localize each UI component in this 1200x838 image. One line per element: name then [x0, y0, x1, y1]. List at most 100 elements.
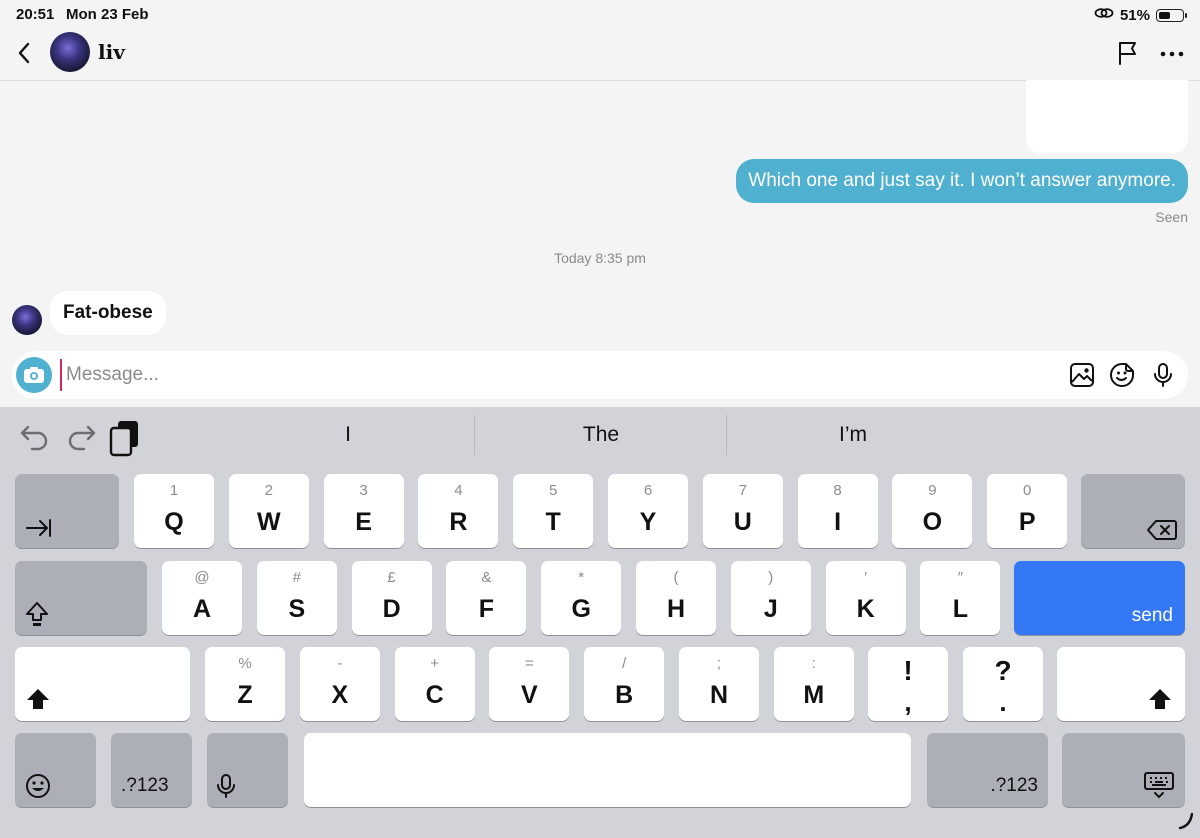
- keyboard: I The I’m 1Q2W3E4R5T6Y7U8I9O0P @ A # S £ D & F *…: [0, 407, 1200, 838]
- key-q[interactable]: 1Q: [134, 474, 214, 548]
- contact-avatar[interactable]: [50, 32, 90, 72]
- key-s[interactable]: # S: [256, 561, 337, 635]
- key-k[interactable]: ′ K: [825, 561, 906, 635]
- key-i[interactable]: 8I: [797, 474, 878, 548]
- key-c[interactable]: + C: [394, 647, 475, 721]
- key-g[interactable]: * G: [541, 561, 622, 635]
- shift-key-right[interactable]: [1057, 647, 1185, 721]
- more-icon: [1160, 51, 1184, 57]
- key-secondary-label: *: [578, 569, 585, 586]
- hide-keyboard-key[interactable]: [1062, 733, 1185, 807]
- caps-lock-key[interactable]: [15, 561, 147, 635]
- key-label: N: [709, 681, 729, 709]
- emoji-key[interactable]: [15, 733, 96, 807]
- key-secondary-label: #: [292, 569, 301, 586]
- shift-key-left[interactable]: [15, 647, 190, 721]
- status-time: 20:51: [16, 6, 55, 23]
- more-options-button[interactable]: [1160, 44, 1184, 64]
- key-m[interactable]: :M: [773, 647, 854, 721]
- microphone-icon: [1154, 363, 1172, 387]
- key-n[interactable]: ; N: [679, 647, 759, 721]
- undo-button[interactable]: [18, 419, 52, 453]
- suggestion-3[interactable]: I’m: [726, 415, 979, 455]
- key-o[interactable]: 9O: [892, 474, 973, 548]
- exclamation-label: !: [903, 655, 913, 686]
- key-label: Z: [237, 681, 253, 709]
- key-secondary-label: 3: [359, 482, 368, 499]
- key-a[interactable]: @ A: [162, 561, 242, 635]
- link-icon: [1094, 6, 1114, 24]
- key-label: B: [615, 681, 634, 709]
- sender-avatar: [12, 305, 42, 335]
- tab-key[interactable]: [15, 474, 119, 548]
- back-button[interactable]: [14, 40, 34, 66]
- key-label: T: [545, 508, 561, 536]
- key-l[interactable]: ″ L: [920, 561, 1001, 635]
- key-f[interactable]: & F: [446, 561, 527, 635]
- key-label: H: [666, 595, 686, 623]
- key-secondary-label: =: [525, 655, 534, 672]
- key-secondary-label: (: [673, 569, 679, 586]
- paste-button[interactable]: [108, 419, 142, 457]
- key-r[interactable]: 4R: [418, 474, 499, 548]
- key-h[interactable]: (H: [636, 561, 716, 635]
- tab-icon: [26, 519, 51, 537]
- delete-key[interactable]: [1081, 474, 1185, 548]
- gallery-button[interactable]: [1069, 362, 1095, 388]
- key-w[interactable]: 2W: [228, 474, 309, 548]
- key-y[interactable]: 6Y: [608, 474, 688, 548]
- key-secondary-label: @: [194, 569, 210, 586]
- suggestion-2[interactable]: The: [474, 415, 727, 455]
- key-z[interactable]: % Z: [205, 647, 285, 721]
- key-secondary-label: ″: [957, 569, 964, 586]
- paste-icon: [109, 421, 138, 457]
- camera-button[interactable]: [16, 357, 52, 393]
- space-bar[interactable]: [304, 733, 911, 807]
- key-secondary-label: 9: [928, 482, 937, 499]
- incoming-message[interactable]: Fat-obese: [50, 291, 166, 335]
- question-label: ?: [994, 655, 1012, 686]
- send-key[interactable]: send: [1014, 561, 1185, 635]
- question-period-key[interactable]: ? .: [963, 647, 1043, 721]
- report-button[interactable]: [1116, 40, 1140, 66]
- key-secondary-label: 1: [169, 482, 179, 499]
- period-label: .: [999, 687, 1007, 717]
- numbers-key-label: .?123: [990, 775, 1038, 796]
- key-p[interactable]: 0P: [987, 474, 1068, 548]
- dictation-key[interactable]: [207, 733, 288, 807]
- numbers-key-label: .?123: [121, 775, 169, 796]
- key-b[interactable]: / B: [584, 647, 665, 721]
- key-secondary-label: +: [430, 655, 439, 672]
- key-j[interactable]: ) J: [730, 561, 811, 635]
- key-secondary-label: 6: [643, 482, 653, 499]
- key-d[interactable]: £ D: [351, 561, 432, 635]
- sticker-icon: [1110, 363, 1134, 387]
- send-key-label: send: [1131, 605, 1173, 626]
- camera-icon: [24, 367, 44, 383]
- suggestion-1[interactable]: I: [222, 415, 474, 455]
- numbers-key-right[interactable]: .?123: [927, 733, 1048, 807]
- key-u[interactable]: 7U: [702, 474, 783, 548]
- shift-icon: [27, 689, 49, 709]
- redo-button[interactable]: [64, 419, 98, 453]
- key-label: P: [1018, 508, 1036, 536]
- sticker-button[interactable]: [1109, 362, 1135, 388]
- key-secondary-label: ′: [864, 569, 867, 586]
- key-e[interactable]: 3E: [323, 474, 404, 548]
- key-v[interactable]: = V: [489, 647, 570, 721]
- contact-name[interactable]: liv: [98, 40, 125, 64]
- key-t[interactable]: 5T: [513, 474, 594, 548]
- previous-message-bubble: [1026, 80, 1188, 154]
- seen-indicator: Seen: [1155, 209, 1188, 225]
- redo-icon: [68, 425, 96, 451]
- key-x[interactable]: -X: [299, 647, 380, 721]
- key-label: D: [382, 595, 401, 623]
- exclamation-comma-key[interactable]: ! ,: [868, 647, 948, 721]
- key-secondary-label: ): [768, 569, 774, 586]
- outgoing-message[interactable]: Which one and just say it. I won’t answe…: [736, 159, 1188, 203]
- voice-message-button[interactable]: [1150, 362, 1176, 388]
- numbers-key-left[interactable]: .?123: [111, 733, 192, 807]
- message-input[interactable]: [60, 359, 1010, 391]
- resize-handle-icon: [1178, 812, 1194, 830]
- key-label: U: [733, 508, 752, 536]
